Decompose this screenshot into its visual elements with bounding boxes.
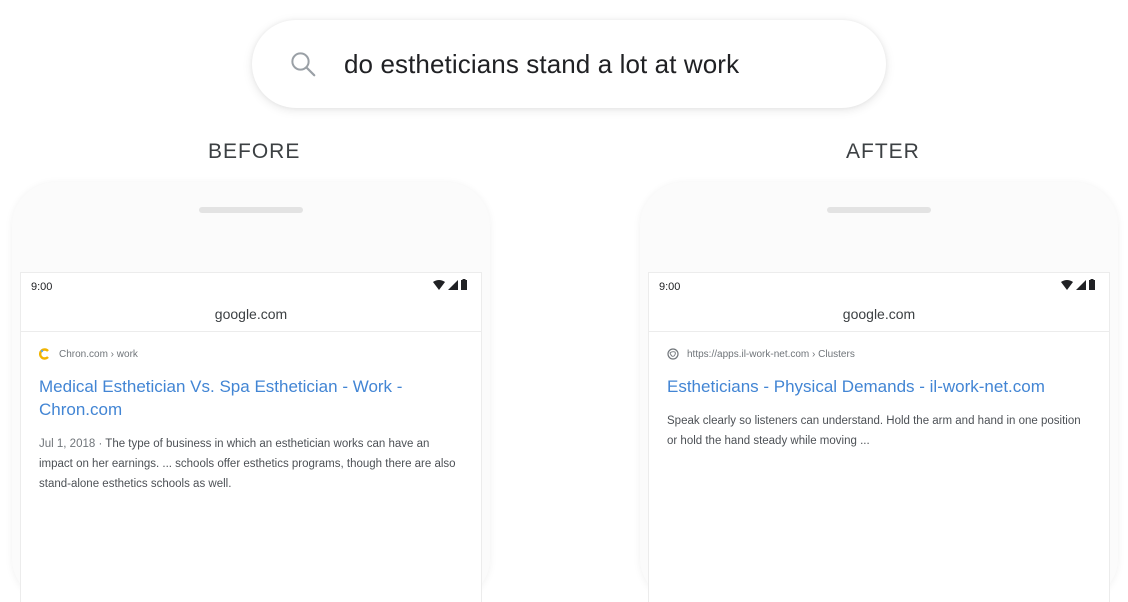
wifi-icon (433, 279, 445, 290)
search-query[interactable]: do estheticians stand a lot at work (344, 49, 739, 80)
result-snippet: Speak clearly so listeners can understan… (667, 411, 1091, 451)
status-bar: 9:00 (21, 273, 481, 301)
chron-favicon-icon (39, 348, 49, 360)
status-icons (433, 279, 467, 290)
after-phone: 9:00 google.com https://apps.il-work-net… (640, 182, 1118, 602)
battery-icon (1089, 279, 1095, 290)
status-icons (1061, 279, 1095, 290)
search-result: Chron.com › work Medical Esthetician Vs.… (21, 332, 481, 494)
cellular-signal-icon (1076, 279, 1086, 290)
status-time: 9:00 (659, 281, 681, 293)
status-bar: 9:00 (649, 273, 1109, 301)
globe-icon (667, 348, 679, 360)
battery-icon (461, 279, 467, 290)
result-source-text: https://apps.il-work-net.com › Clusters (687, 348, 855, 360)
cellular-signal-icon (448, 279, 458, 290)
result-title-link[interactable]: Medical Esthetician Vs. Spa Esthetician … (39, 375, 463, 421)
status-time: 9:00 (31, 281, 53, 293)
phone-speaker (827, 207, 931, 213)
wifi-icon (1061, 279, 1073, 290)
result-snippet: Jul 1, 2018 · The type of business in wh… (39, 434, 463, 494)
result-snippet-text: Speak clearly so listeners can understan… (667, 415, 1081, 447)
result-date: Jul 1, 2018 · (39, 438, 103, 450)
url-bar[interactable]: google.com (21, 301, 481, 332)
url-bar[interactable]: google.com (649, 301, 1109, 332)
before-label: BEFORE (208, 140, 301, 163)
before-screen: 9:00 google.com Chron.com › work Medical… (20, 272, 482, 602)
search-icon (291, 52, 316, 77)
result-source[interactable]: https://apps.il-work-net.com › Clusters (667, 346, 1091, 362)
search-result: https://apps.il-work-net.com › Clusters … (649, 332, 1109, 451)
after-label: AFTER (846, 140, 920, 163)
result-source[interactable]: Chron.com › work (39, 346, 463, 362)
result-source-text: Chron.com › work (59, 348, 138, 360)
before-phone: 9:00 google.com Chron.com › work Medical… (12, 182, 490, 602)
search-bar[interactable]: do estheticians stand a lot at work (252, 20, 886, 108)
result-snippet-text: The type of business in which an estheti… (39, 438, 456, 490)
result-title-link[interactable]: Estheticians - Physical Demands - il-wor… (667, 375, 1091, 398)
phone-speaker (199, 207, 303, 213)
after-screen: 9:00 google.com https://apps.il-work-net… (648, 272, 1110, 602)
